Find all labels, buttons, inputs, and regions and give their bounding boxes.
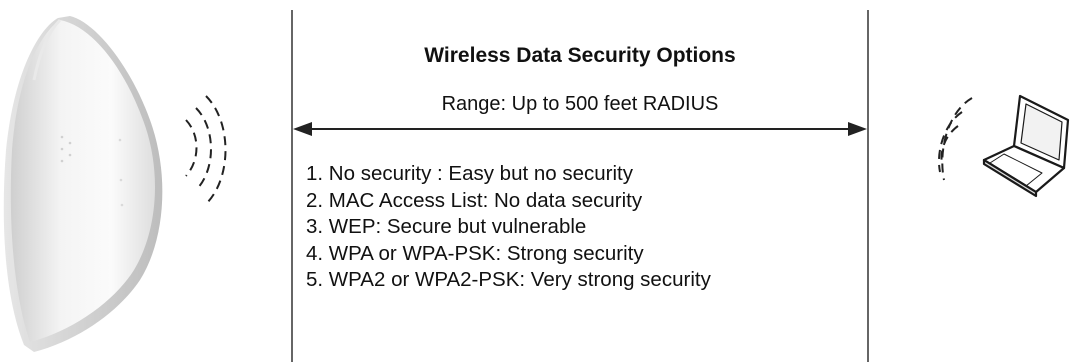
access-point-icon [3,16,163,352]
laptop-icon [982,94,1070,198]
list-item: 2. MAC Access List: No data security [306,188,643,212]
security-options-list: 1. No security : Easy but no security 2.… [306,161,711,294]
diagram-title: Wireless Data Security Options [424,44,736,67]
range-arrow [293,122,867,136]
list-item: 4. WPA or WPA-PSK: Strong security [306,241,644,265]
list-item: 3. WEP: Secure but vulnerable [306,215,587,238]
list-item: 5. WPA2 or WPA2-PSK: Very strong securit… [306,268,711,291]
wifi-signal-icon [185,95,227,205]
list-item: 1. No security : Easy but no security [306,162,633,185]
wifi-signal-icon-right [938,97,973,181]
range-label: Range: Up to 500 feet RADIUS [441,93,719,115]
